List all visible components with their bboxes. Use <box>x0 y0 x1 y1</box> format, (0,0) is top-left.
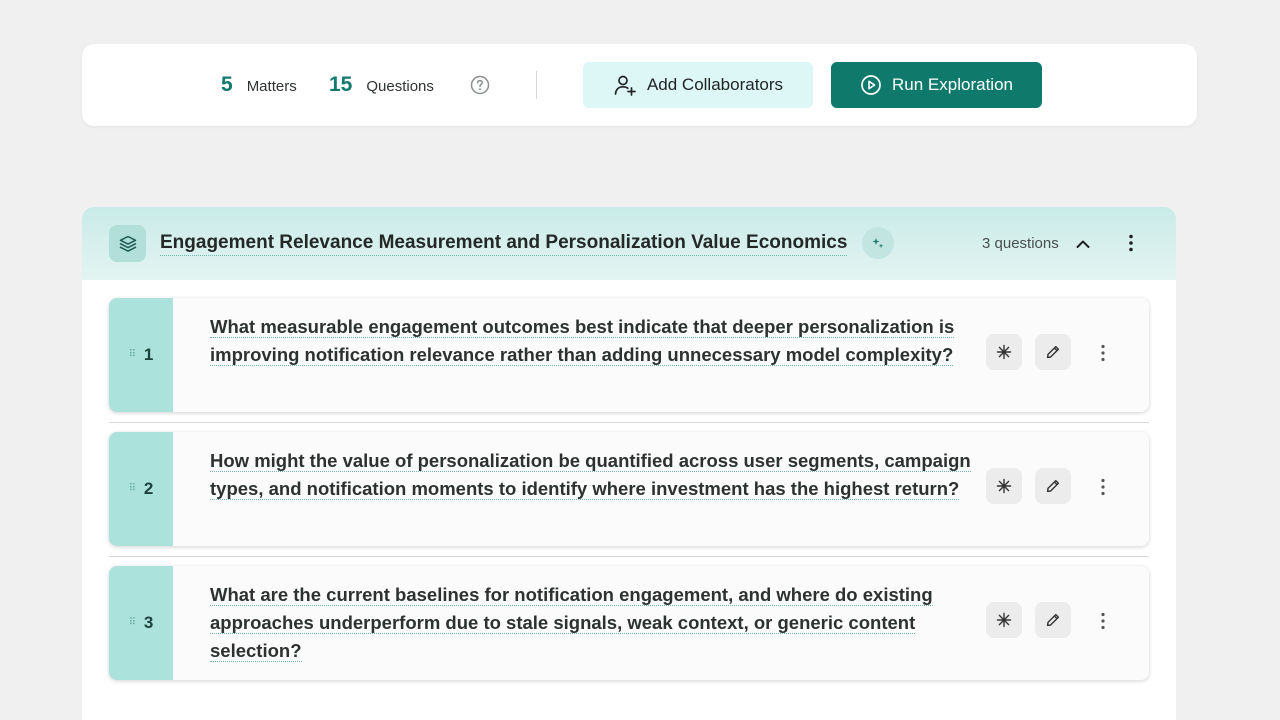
question-text-wrapper: How might the value of personalization b… <box>210 447 975 503</box>
pencil-icon <box>1046 345 1060 359</box>
summary-bar: 5 Matters 15 Questions Add Collaborators… <box>82 44 1197 126</box>
question-divider <box>109 422 1149 423</box>
drag-handle-icon[interactable]: ⠿ <box>129 484 136 494</box>
question-text[interactable]: What are the current baselines for notif… <box>210 584 933 662</box>
refine-question-button[interactable] <box>986 602 1022 638</box>
add-collaborators-label: Add Collaborators <box>646 75 784 94</box>
question-text-wrapper: What measurable engagement outcomes best… <box>210 313 975 369</box>
sparkle-icon <box>996 612 1012 628</box>
kebab-menu-icon[interactable] <box>1093 477 1113 497</box>
question-number-column[interactable]: ⠿ 2 <box>109 432 173 546</box>
question-text[interactable]: What measurable engagement outcomes best… <box>210 316 955 366</box>
edit-question-button[interactable] <box>1035 602 1071 638</box>
sparkle-icon <box>996 344 1012 360</box>
pencil-icon <box>1046 613 1060 627</box>
question-count: 3 questions <box>982 235 1059 252</box>
chevron-up-icon[interactable] <box>1074 235 1092 253</box>
question-number: 3 <box>143 613 154 632</box>
question-list: ⠿ 1 What measurable engagement outcomes … <box>109 298 1149 680</box>
layers-icon <box>109 225 146 262</box>
run-exploration-label: Run Exploration <box>892 75 1013 94</box>
add-collaborators-button[interactable]: Add Collaborators <box>583 62 813 108</box>
edit-question-button[interactable] <box>1035 334 1071 370</box>
kebab-menu-icon[interactable] <box>1093 611 1113 631</box>
question-divider <box>109 556 1149 557</box>
matters-stat: 5 Matters <box>221 73 297 97</box>
refine-question-button[interactable] <box>986 334 1022 370</box>
pencil-icon <box>1046 479 1060 493</box>
question-card[interactable]: ⠿ 3 What are the current baselines for n… <box>109 566 1149 680</box>
matter-title[interactable]: Engagement Relevance Measurement and Per… <box>160 232 848 256</box>
refine-question-button[interactable] <box>986 468 1022 504</box>
matters-label: Matters <box>246 78 297 95</box>
run-exploration-button[interactable]: Run Exploration <box>831 62 1042 108</box>
question-number: 1 <box>143 345 154 364</box>
drag-handle-icon[interactable]: ⠿ <box>129 350 136 360</box>
edit-question-button[interactable] <box>1035 468 1071 504</box>
ai-sparkle-badge-icon[interactable] <box>862 227 894 259</box>
questions-count: 15 <box>329 73 353 96</box>
kebab-menu-icon[interactable] <box>1120 232 1142 254</box>
summary-divider <box>536 71 537 99</box>
question-number-column[interactable]: ⠿ 1 <box>109 298 173 412</box>
matters-count: 5 <box>221 73 233 96</box>
question-number: 2 <box>143 479 154 498</box>
question-number-column[interactable]: ⠿ 3 <box>109 566 173 680</box>
matter-card: Engagement Relevance Measurement and Per… <box>82 207 1176 720</box>
add-user-icon <box>614 75 636 96</box>
sparkle-icon <box>996 478 1012 494</box>
questions-label: Questions <box>366 78 434 95</box>
matter-header[interactable]: Engagement Relevance Measurement and Per… <box>82 207 1176 280</box>
play-circle-icon <box>861 75 881 95</box>
questions-stat: 15 Questions <box>329 73 434 97</box>
question-text[interactable]: How might the value of personalization b… <box>210 450 971 500</box>
question-card[interactable]: ⠿ 1 What measurable engagement outcomes … <box>109 298 1149 412</box>
drag-handle-icon[interactable]: ⠿ <box>129 618 136 628</box>
question-text-wrapper: What are the current baselines for notif… <box>210 581 975 665</box>
question-circle-icon[interactable] <box>470 75 490 95</box>
kebab-menu-icon[interactable] <box>1093 343 1113 363</box>
question-card[interactable]: ⠿ 2 How might the value of personalizati… <box>109 432 1149 546</box>
